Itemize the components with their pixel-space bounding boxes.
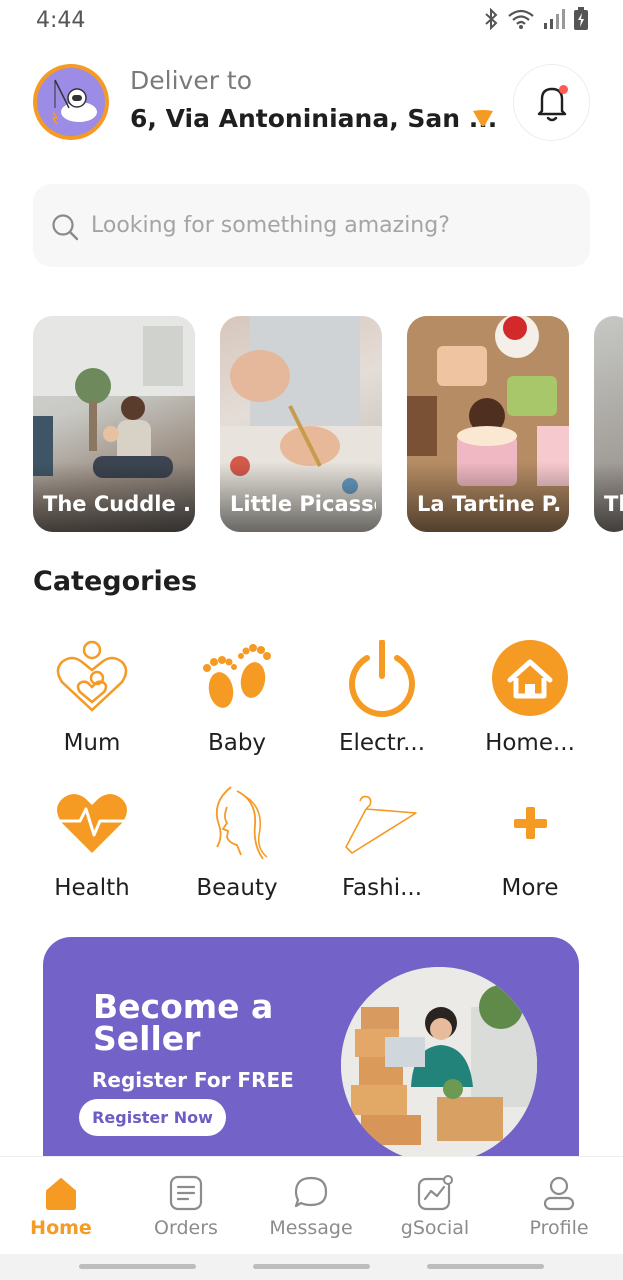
chevron-down-icon[interactable] [471,108,495,128]
nav-home[interactable]: Home [6,1171,116,1251]
social-chart-icon [417,1175,453,1211]
story-label: La Tartine P... [417,492,563,516]
status-icons [483,7,589,35]
category-fashion[interactable]: Fashi... [322,785,442,915]
search-icon [52,214,79,241]
story-label: The Cuddle ... [43,492,189,516]
signal-icon [543,8,565,34]
mother-child-heart-icon [52,640,132,720]
category-baby[interactable]: Baby [177,640,297,770]
category-label: Health [54,875,130,901]
nav-label: Profile [529,1217,589,1239]
banner-headline-line-2: Seller [93,1019,201,1058]
category-label: Beauty [196,875,278,901]
chat-icon [294,1176,328,1208]
system-back-gesture[interactable] [79,1264,196,1269]
system-home-gesture[interactable] [253,1264,370,1269]
banner-headline: Become a Seller [93,990,323,1058]
category-label: More [501,875,559,901]
astronaut-avatar-image [37,68,105,136]
nav-gsocial[interactable]: gSocial [380,1171,490,1251]
category-mum[interactable]: Mum [32,640,152,770]
delivery-address[interactable]: 6, Via Antoniniana, San ... [130,104,497,133]
system-recents-gesture[interactable] [427,1264,544,1269]
nav-label: Message [269,1217,353,1239]
bluetooth-icon [483,7,499,34]
register-now-button[interactable]: Register Now [79,1099,226,1136]
woman-face-icon [197,785,277,865]
story-card[interactable]: The Cuddle ... [33,316,195,532]
category-label: Baby [207,730,267,756]
search-bar[interactable] [33,184,590,267]
categories-title: Categories [33,566,198,597]
bottom-navigation: Home Orders Message gSocial Profile [0,1156,623,1254]
seller-photo [341,967,537,1163]
nav-orders[interactable]: Orders [131,1171,241,1251]
story-card[interactable]: Little Picassos [220,316,382,532]
category-label: Home... [485,730,575,756]
search-input[interactable] [91,204,561,246]
story-label: Little Picassos [230,492,376,516]
story-card[interactable]: Th [594,316,623,532]
system-navigation-bar [0,1254,623,1280]
wifi-icon [507,8,535,34]
become-seller-banner[interactable]: Become a Seller Register For FREE Regist… [43,937,579,1172]
user-avatar[interactable] [33,64,109,140]
status-time: 4:44 [36,8,86,33]
category-more[interactable]: More [470,785,590,915]
power-icon [342,639,422,720]
category-home[interactable]: Home... [470,640,590,770]
nav-profile[interactable]: Profile [504,1171,614,1251]
category-health[interactable]: Health [32,785,152,915]
hanger-icon [342,785,422,865]
home-icon [46,1178,76,1210]
nav-label: gSocial [400,1217,470,1239]
orders-icon [169,1175,203,1211]
notifications-button[interactable] [513,64,590,141]
category-label: Mum [63,730,121,756]
plus-icon [490,785,570,865]
nav-message[interactable]: Message [256,1171,366,1251]
category-electronics[interactable]: Electr... [322,639,442,770]
deliver-to-label: Deliver to [130,66,253,95]
category-label: Fashi... [341,875,423,901]
story-card[interactable]: La Tartine P... [407,316,569,532]
home-icon [490,640,570,720]
status-bar: 4:44 [0,0,623,42]
nav-label: Home [30,1217,92,1239]
heartbeat-icon [52,785,132,865]
notification-dot [559,85,568,94]
banner-subtitle: Register For FREE [92,1068,294,1092]
category-beauty[interactable]: Beauty [177,785,297,915]
nav-label: Orders [154,1217,218,1239]
story-label: Th [604,492,623,516]
baby-feet-icon [197,640,277,720]
category-label: Electr... [338,730,425,756]
profile-icon [543,1176,575,1211]
battery-icon [573,7,589,35]
